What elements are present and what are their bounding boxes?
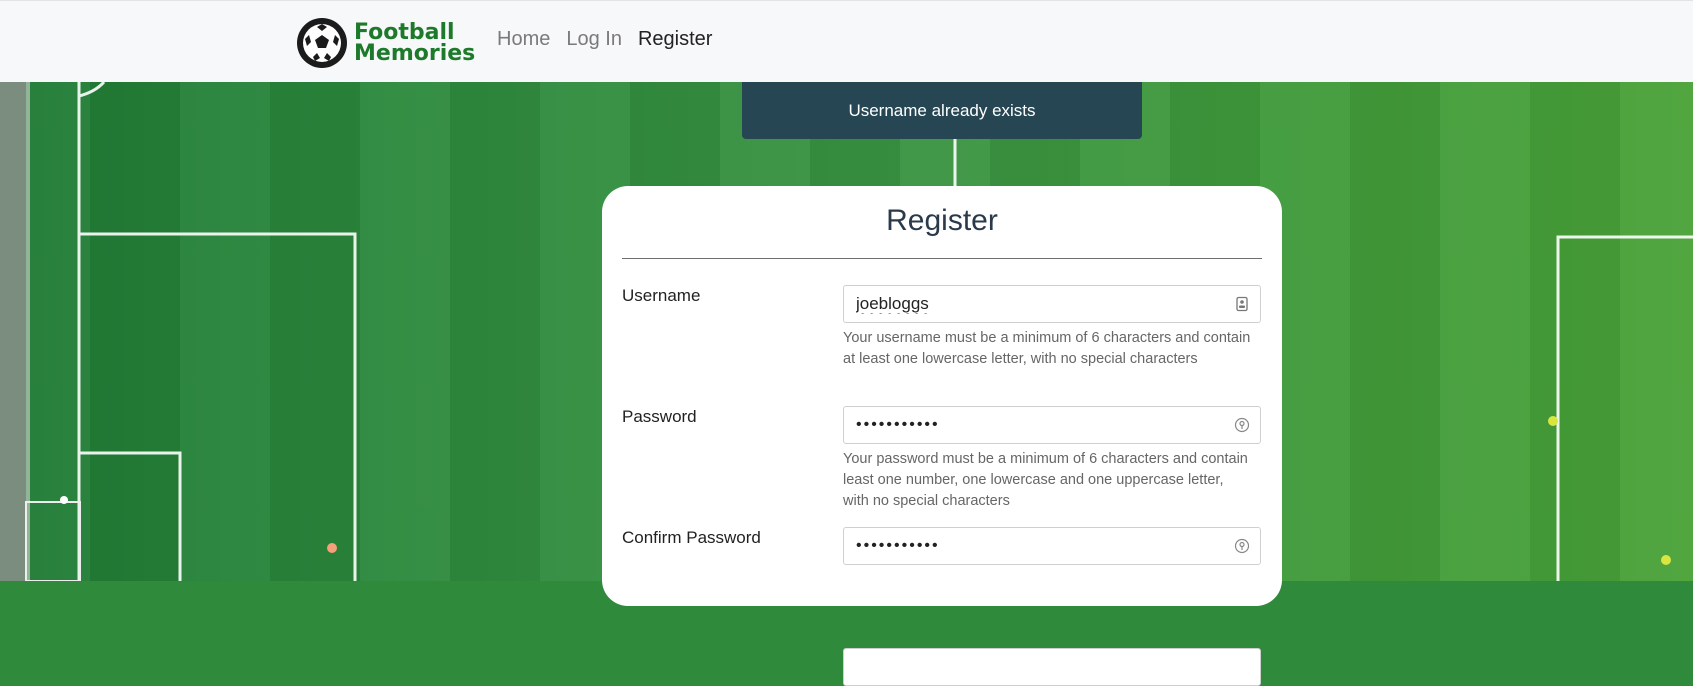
- contact-card-icon[interactable]: [1234, 296, 1250, 312]
- football-logo-icon: [297, 18, 347, 68]
- confirm-password-field[interactable]: [843, 527, 1261, 565]
- title-divider: [622, 258, 1262, 259]
- password-label: Password: [622, 407, 697, 426]
- navbar: Football Memories Home Log In Register: [0, 0, 1693, 82]
- register-card: Register Username Your username must be …: [602, 186, 1282, 686]
- brand[interactable]: Football Memories: [296, 17, 475, 69]
- brand-line-1: Football: [354, 20, 455, 45]
- username-input[interactable]: [844, 286, 1238, 322]
- key-icon[interactable]: [1234, 538, 1250, 554]
- password-help-text: Your password must be a minimum of 6 cha…: [843, 451, 1248, 509]
- password-field[interactable]: [843, 406, 1261, 444]
- next-field[interactable]: [843, 648, 1261, 686]
- key-icon[interactable]: [1234, 417, 1250, 433]
- flash-message: Username already exists: [742, 82, 1142, 139]
- confirm-password-input[interactable]: [844, 528, 1238, 564]
- nav-link-register[interactable]: Register: [638, 28, 712, 51]
- username-field[interactable]: [843, 285, 1261, 323]
- username-help-text: Your username must be a minimum of 6 cha…: [843, 330, 1251, 367]
- brand-name: Football Memories: [354, 20, 476, 66]
- page-title: Register: [886, 204, 998, 237]
- nav-links: Home Log In Register: [497, 28, 728, 51]
- username-label: Username: [622, 286, 701, 305]
- nav-link-home[interactable]: Home: [497, 28, 550, 51]
- confirm-password-label: Confirm Password: [622, 528, 761, 547]
- brand-line-2: Memories: [354, 41, 476, 66]
- password-input[interactable]: [844, 407, 1238, 443]
- nav-link-login[interactable]: Log In: [566, 28, 622, 51]
